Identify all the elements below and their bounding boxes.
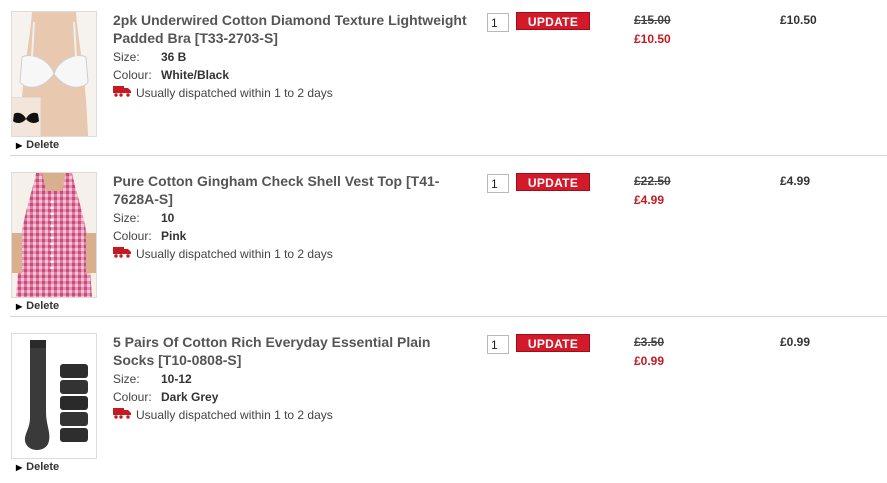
arrow-right-icon: ▶ [16,463,23,472]
delete-label: Delete [26,300,60,312]
colour-row: Colour: White/Black [113,68,229,82]
sale-price: £0.99 [634,354,665,368]
dispatch-info: Usually dispatched within 1 to 2 days [113,86,333,101]
delivery-truck-icon [113,85,132,100]
quantity-input[interactable] [487,335,509,354]
colour-value: Dark Grey [161,390,219,404]
delete-label: Delete [26,139,60,151]
product-title[interactable]: 5 Pairs Of Cotton Rich Everyday Essentia… [113,333,468,369]
colour-label: Colour: [113,390,152,404]
size-value: 10-12 [161,372,192,386]
dispatch-text: Usually dispatched within 1 to 2 days [136,408,333,422]
dispatch-info: Usually dispatched within 1 to 2 days [113,247,333,262]
size-label: Size: [113,211,140,225]
arrow-right-icon: ▶ [16,302,23,311]
product-image[interactable] [11,333,97,459]
delivery-truck-icon [113,407,132,422]
delete-link[interactable]: ▶ Delete [16,300,59,312]
sale-price: £4.99 [634,193,665,207]
quantity-input[interactable] [487,174,509,193]
colour-value: White/Black [161,68,230,82]
vest-top-image-icon [12,173,96,297]
colour-row: Colour: Pink [113,229,186,243]
basket-item: ▶ Delete 2pk Underwired Cotton Diamond Te… [0,0,887,161]
product-title[interactable]: Pure Cotton Gingham Check Shell Vest Top… [113,172,468,208]
item-divider [10,155,887,156]
size-row: Size: 36 B [113,50,186,64]
delete-link[interactable]: ▶ Delete [16,139,59,151]
quantity-input[interactable] [487,13,509,32]
basket-item: ▶ Delete Pure Cotton Gingham Check Shell … [0,161,887,322]
size-label: Size: [113,372,140,386]
product-image[interactable] [11,11,97,137]
size-row: Size: 10-12 [113,372,192,386]
basket-item: ▶ Delete 5 Pairs Of Cotton Rich Everyday … [0,322,887,483]
dispatch-text: Usually dispatched within 1 to 2 days [136,247,333,261]
was-price: £3.50 [634,335,665,349]
colour-row: Colour: Dark Grey [113,390,218,404]
product-image[interactable] [11,172,97,298]
was-price: £22.50 [634,174,671,188]
item-divider [10,316,887,317]
update-button[interactable]: UPDATE [516,12,590,30]
delivery-truck-icon [113,246,132,261]
update-button[interactable]: UPDATE [516,173,590,191]
delete-label: Delete [26,461,60,473]
line-total: £0.99 [780,335,811,349]
line-total: £4.99 [780,174,811,188]
dispatch-text: Usually dispatched within 1 to 2 days [136,86,333,100]
arrow-right-icon: ▶ [16,141,23,150]
update-button[interactable]: UPDATE [516,334,590,352]
was-price: £15.00 [634,13,671,27]
colour-value: Pink [161,229,187,243]
size-row: Size: 10 [113,211,174,225]
socks-image-icon [12,334,96,458]
product-title[interactable]: 2pk Underwired Cotton Diamond Texture Li… [113,11,468,47]
sale-price: £10.50 [634,32,671,46]
colour-label: Colour: [113,68,152,82]
size-value: 36 B [161,50,187,64]
bra-black-inset-icon [12,97,41,136]
dispatch-info: Usually dispatched within 1 to 2 days [113,408,333,423]
colour-label: Colour: [113,229,152,243]
delete-link[interactable]: ▶ Delete [16,461,59,473]
size-value: 10 [161,211,175,225]
line-total: £10.50 [780,13,817,27]
size-label: Size: [113,50,140,64]
